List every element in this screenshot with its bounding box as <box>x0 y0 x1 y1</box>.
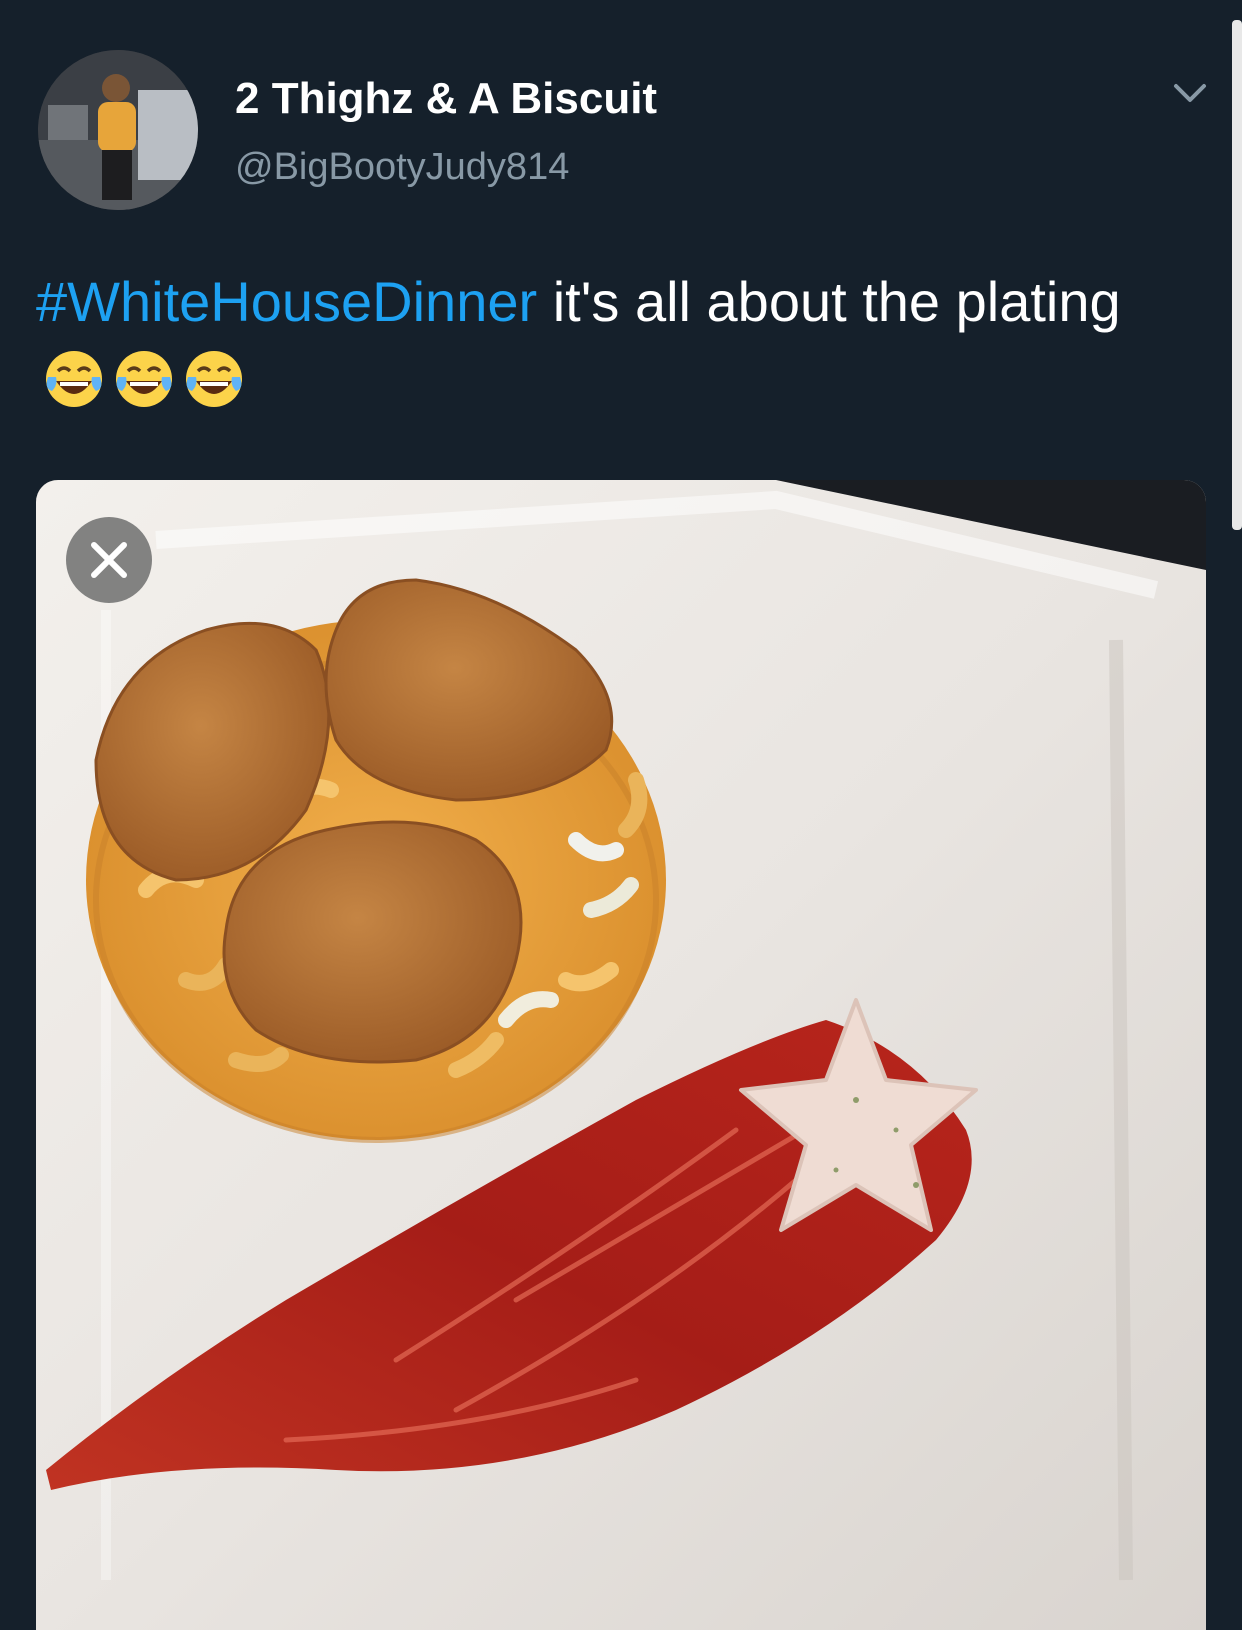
hashtag-link[interactable]: #WhiteHouseDinner <box>36 270 537 333</box>
avatar[interactable] <box>38 50 198 210</box>
user-handle[interactable]: @BigBootyJudy814 <box>235 146 569 189</box>
tweet-card: 2 Thighz & A Biscuit @BigBootyJudy814 #W… <box>0 0 1242 1630</box>
display-name[interactable]: 2 Thighz & A Biscuit <box>235 74 657 124</box>
close-icon[interactable] <box>66 517 152 603</box>
tweet-text: #WhiteHouseDinner it's all about the pla… <box>36 262 1206 432</box>
face-with-tears-of-joy-icon <box>182 347 246 432</box>
chevron-down-icon[interactable] <box>1170 80 1210 108</box>
tweet-body-text: it's all about the plating <box>537 270 1121 333</box>
scrollbar[interactable] <box>1232 20 1242 530</box>
face-with-tears-of-joy-icon <box>42 347 106 432</box>
face-with-tears-of-joy-icon <box>112 347 176 432</box>
tweet-photo[interactable] <box>36 480 1206 1630</box>
